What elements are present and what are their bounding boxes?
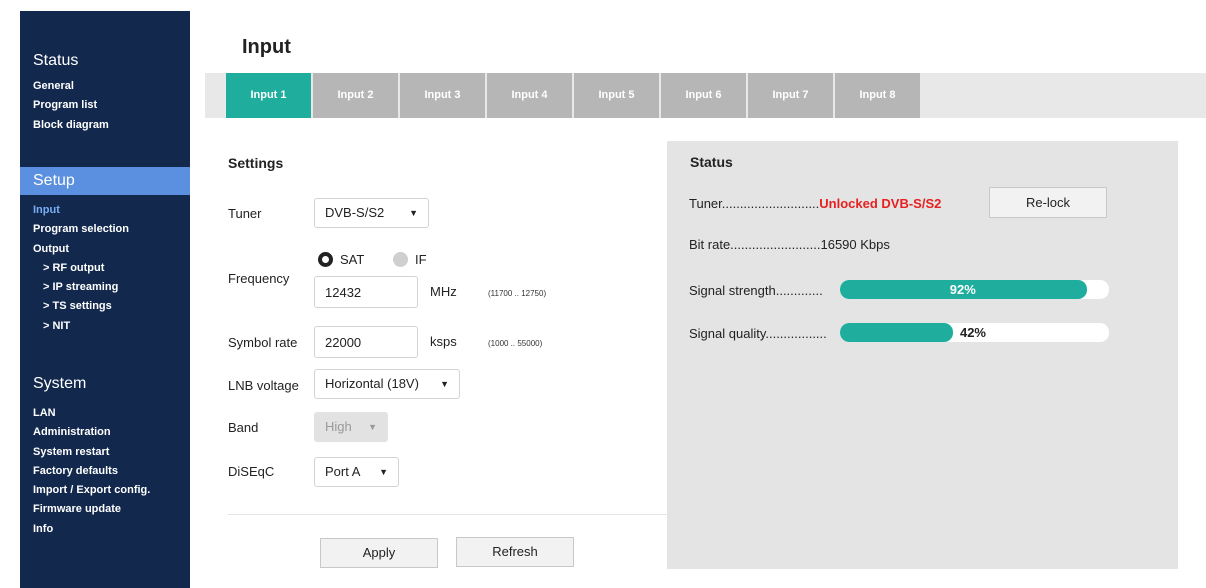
- settings-divider: [228, 514, 668, 515]
- chevron-down-icon: ▼: [409, 208, 418, 218]
- status-tuner-row: Tuner...........................Unlocked…: [689, 196, 941, 211]
- radio-if[interactable]: [393, 252, 408, 267]
- signal-quality-bar: 42%: [840, 323, 1109, 342]
- tab-bar: Input 1 Input 2 Input 3 Input 4 Input 5 …: [205, 73, 1206, 118]
- sidebar-item-general[interactable]: General: [33, 80, 109, 99]
- sidebar-setup-items: Input Program selection Output > RF outp…: [33, 204, 129, 339]
- diseqc-select[interactable]: Port A ▼: [314, 457, 399, 487]
- radio-sat-label: SAT: [340, 252, 365, 267]
- sidebar-status-items: General Program list Block diagram: [33, 80, 109, 138]
- tab-input-2[interactable]: Input 2: [313, 73, 398, 118]
- tab-input-8[interactable]: Input 8: [835, 73, 920, 118]
- diseqc-select-value: Port A: [325, 464, 361, 479]
- signal-strength-label: Signal strength.............: [689, 283, 823, 298]
- sidebar: Status General Program list Block diagra…: [20, 11, 190, 588]
- status-bitrate-row: Bit rate.........................16590 K…: [689, 237, 890, 252]
- tab-input-1[interactable]: Input 1: [226, 73, 311, 118]
- tuner-select-value: DVB-S/S2: [325, 205, 385, 220]
- sidebar-item-rf-output[interactable]: > RF output: [33, 262, 129, 281]
- sidebar-item-output[interactable]: Output: [33, 243, 129, 262]
- tuner-label: Tuner: [228, 206, 262, 221]
- sidebar-item-system-restart[interactable]: System restart: [33, 446, 150, 465]
- sidebar-item-block-diagram[interactable]: Block diagram: [33, 119, 109, 138]
- chevron-down-icon: ▼: [368, 422, 377, 432]
- tab-input-4[interactable]: Input 4: [487, 73, 572, 118]
- signal-strength-value: 92%: [949, 282, 976, 297]
- sidebar-item-administration[interactable]: Administration: [33, 426, 150, 445]
- sidebar-section-status[interactable]: Status: [20, 47, 190, 75]
- status-tuner-label: Tuner...........................: [689, 196, 820, 211]
- diseqc-label: DiSEqC: [228, 464, 275, 479]
- tab-input-7[interactable]: Input 7: [748, 73, 833, 118]
- symbol-rate-label: Symbol rate: [228, 335, 298, 350]
- frequency-unit: MHz: [430, 284, 457, 299]
- sidebar-item-program-list[interactable]: Program list: [33, 99, 109, 118]
- sidebar-item-info[interactable]: Info: [33, 523, 150, 542]
- frequency-input[interactable]: 12432: [314, 276, 418, 308]
- sidebar-section-system[interactable]: System: [20, 370, 190, 398]
- page-title: Input: [242, 36, 291, 58]
- settings-title: Settings: [228, 155, 284, 171]
- signal-quality-value: 42%: [959, 325, 986, 340]
- signal-quality-label: Signal quality.................: [689, 326, 827, 341]
- status-bitrate-label: Bit rate.........................: [689, 237, 821, 252]
- radio-sat[interactable]: [318, 252, 333, 267]
- sidebar-item-nit[interactable]: > NIT: [33, 320, 129, 339]
- sidebar-item-ts-settings[interactable]: > TS settings: [33, 300, 129, 319]
- frequency-range: (11700 .. 12750): [488, 289, 547, 298]
- tuner-select[interactable]: DVB-S/S2 ▼: [314, 198, 429, 228]
- tab-input-3[interactable]: Input 3: [400, 73, 485, 118]
- sidebar-item-firmware-update[interactable]: Firmware update: [33, 503, 150, 522]
- signal-strength-bar: 92%: [840, 280, 1109, 299]
- symbol-rate-unit: ksps: [430, 334, 457, 349]
- lnb-voltage-label: LNB voltage: [228, 378, 299, 393]
- status-title: Status: [690, 154, 733, 170]
- band-select-value: High: [325, 419, 352, 434]
- sidebar-item-factory-defaults[interactable]: Factory defaults: [33, 465, 150, 484]
- sidebar-item-program-selection[interactable]: Program selection: [33, 223, 129, 242]
- refresh-button[interactable]: Refresh: [456, 537, 574, 567]
- sidebar-section-setup[interactable]: Setup: [20, 167, 190, 195]
- chevron-down-icon: ▼: [440, 379, 449, 389]
- signal-quality-fill: [840, 323, 953, 342]
- status-tuner-value: Unlocked DVB-S/S2: [819, 196, 942, 211]
- radio-if-label: IF: [415, 252, 427, 267]
- sidebar-system-items: LAN Administration System restart Factor…: [33, 407, 150, 542]
- tab-input-6[interactable]: Input 6: [661, 73, 746, 118]
- band-label: Band: [228, 420, 259, 435]
- symbol-rate-input[interactable]: 22000: [314, 326, 418, 358]
- status-bitrate-value: 16590 Kbps: [820, 237, 890, 252]
- sidebar-item-import-export[interactable]: Import / Export config.: [33, 484, 150, 503]
- status-panel: Status Tuner...........................U…: [667, 141, 1178, 569]
- sidebar-item-lan[interactable]: LAN: [33, 407, 150, 426]
- symbol-rate-range: (1000 .. 55000): [488, 339, 543, 348]
- sidebar-item-input[interactable]: Input: [33, 204, 129, 223]
- relock-button[interactable]: Re-lock: [989, 187, 1107, 218]
- band-select: High ▼: [314, 412, 388, 442]
- chevron-down-icon: ▼: [379, 467, 388, 477]
- sidebar-item-ip-streaming[interactable]: > IP streaming: [33, 281, 129, 300]
- lnb-voltage-select[interactable]: Horizontal (18V) ▼: [314, 369, 460, 399]
- tab-input-5[interactable]: Input 5: [574, 73, 659, 118]
- apply-button[interactable]: Apply: [320, 538, 438, 568]
- lnb-voltage-select-value: Horizontal (18V): [325, 376, 419, 391]
- frequency-label: Frequency: [228, 271, 290, 286]
